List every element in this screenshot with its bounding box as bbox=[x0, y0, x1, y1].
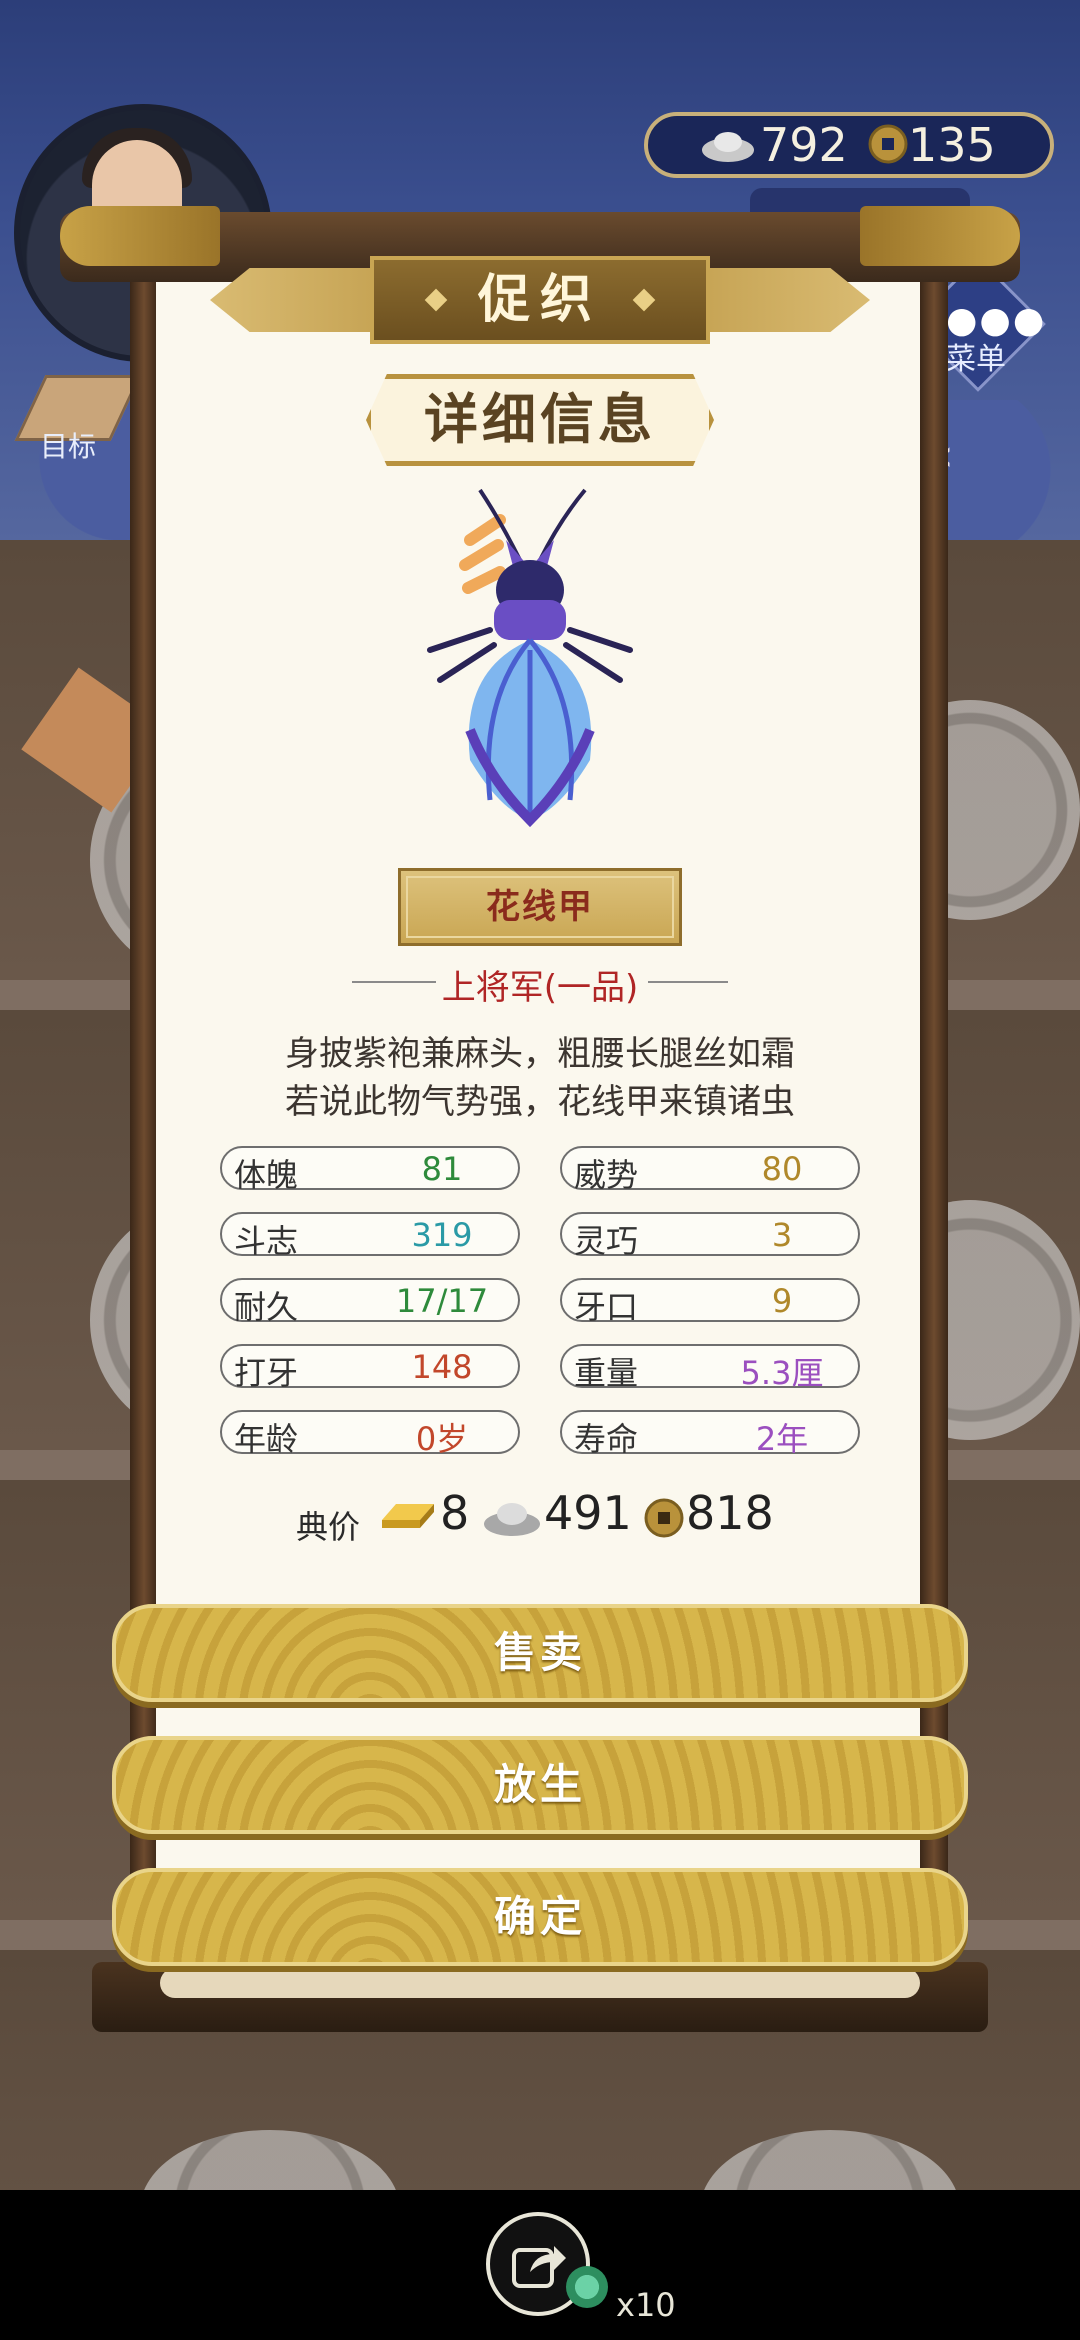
stat-pill: 耐久 17/17 bbox=[220, 1278, 520, 1326]
stat-value: 80 bbox=[761, 1150, 803, 1188]
stat-label: 威势 bbox=[574, 1156, 639, 1194]
scroll-cap-right bbox=[860, 206, 1020, 266]
stat-label: 耐久 bbox=[234, 1288, 299, 1326]
stat-label: 斗志 bbox=[234, 1222, 299, 1260]
stat-label: 重量 bbox=[574, 1354, 639, 1392]
stat-label: 牙口 bbox=[574, 1288, 639, 1326]
menu-label[interactable]: 菜单 bbox=[946, 334, 1006, 378]
scroll-post-right bbox=[920, 270, 948, 1990]
stat-value: 5.3厘 bbox=[740, 1354, 824, 1392]
stat-pill: 牙口 9 bbox=[560, 1278, 860, 1326]
cricket-illustration bbox=[427, 488, 633, 828]
price-coin: 818 bbox=[686, 1486, 774, 1540]
description-line: 身披紫袍兼麻头，粗腰长腿丝如霜 bbox=[285, 1034, 795, 1074]
stat-value: 17/17 bbox=[395, 1282, 489, 1320]
stat-value: 148 bbox=[411, 1348, 473, 1386]
stat-pill: 威势 80 bbox=[560, 1146, 860, 1194]
stat-value: 81 bbox=[421, 1150, 463, 1188]
stat-value: 9 bbox=[771, 1282, 793, 1320]
price-silver: 491 bbox=[544, 1486, 632, 1540]
description-line: 若说此物气势强，花线甲来镇诸虫 bbox=[285, 1082, 795, 1122]
scroll-post-left bbox=[130, 270, 158, 1990]
price-gold: 8 bbox=[440, 1486, 470, 1540]
stat-label: 打牙 bbox=[234, 1354, 299, 1392]
coin-amount: 135 bbox=[908, 118, 996, 172]
gold-bar-icon bbox=[382, 1504, 434, 1528]
stat-pill: 年龄 0岁 bbox=[220, 1410, 520, 1458]
stat-pill: 灵巧 3 bbox=[560, 1212, 860, 1260]
insect-name: 花线甲 bbox=[486, 887, 594, 927]
stat-value: 2年 bbox=[755, 1420, 809, 1458]
stat-pill: 寿命 2年 bbox=[560, 1410, 860, 1458]
stat-label: 年龄 bbox=[234, 1420, 299, 1458]
stat-pill: 斗志 319 bbox=[220, 1212, 520, 1260]
silver-amount: 792 bbox=[760, 118, 848, 172]
stat-value: 0岁 bbox=[415, 1420, 469, 1458]
silver-ingot-icon bbox=[484, 1503, 540, 1536]
sell-button-label[interactable]: 售卖 bbox=[112, 1604, 968, 1702]
scroll-rod-bottom-paper bbox=[160, 1968, 920, 1998]
stat-value: 3 bbox=[771, 1216, 793, 1254]
stat-label: 灵巧 bbox=[574, 1222, 639, 1260]
target-label[interactable]: 目标 bbox=[40, 425, 96, 465]
price-label: 典价 bbox=[296, 1508, 361, 1546]
stat-pill: 打牙 148 bbox=[220, 1344, 520, 1392]
stat-pill: 体魄 81 bbox=[220, 1146, 520, 1194]
copper-coin-icon bbox=[868, 124, 908, 164]
section-title: 详细信息 bbox=[424, 388, 656, 451]
copper-coin-icon bbox=[644, 1498, 684, 1538]
stat-label: 体魄 bbox=[234, 1156, 299, 1194]
stat-value: 319 bbox=[411, 1216, 473, 1254]
release-button-label[interactable]: 放生 bbox=[112, 1736, 968, 1834]
panel-title: 促织 bbox=[477, 270, 602, 330]
share-count: x10 bbox=[616, 2286, 676, 2324]
stat-pill: 重量 5.3厘 bbox=[560, 1344, 860, 1392]
silver-ingot-icon bbox=[702, 132, 754, 162]
jade-gem-icon bbox=[566, 2266, 608, 2308]
stat-label: 寿命 bbox=[574, 1420, 639, 1458]
confirm-button-label[interactable]: 确定 bbox=[112, 1868, 968, 1966]
insect-rank: 上将军(一品) bbox=[441, 968, 639, 1008]
share-icon bbox=[512, 2246, 566, 2288]
scroll-cap-left bbox=[60, 206, 220, 266]
